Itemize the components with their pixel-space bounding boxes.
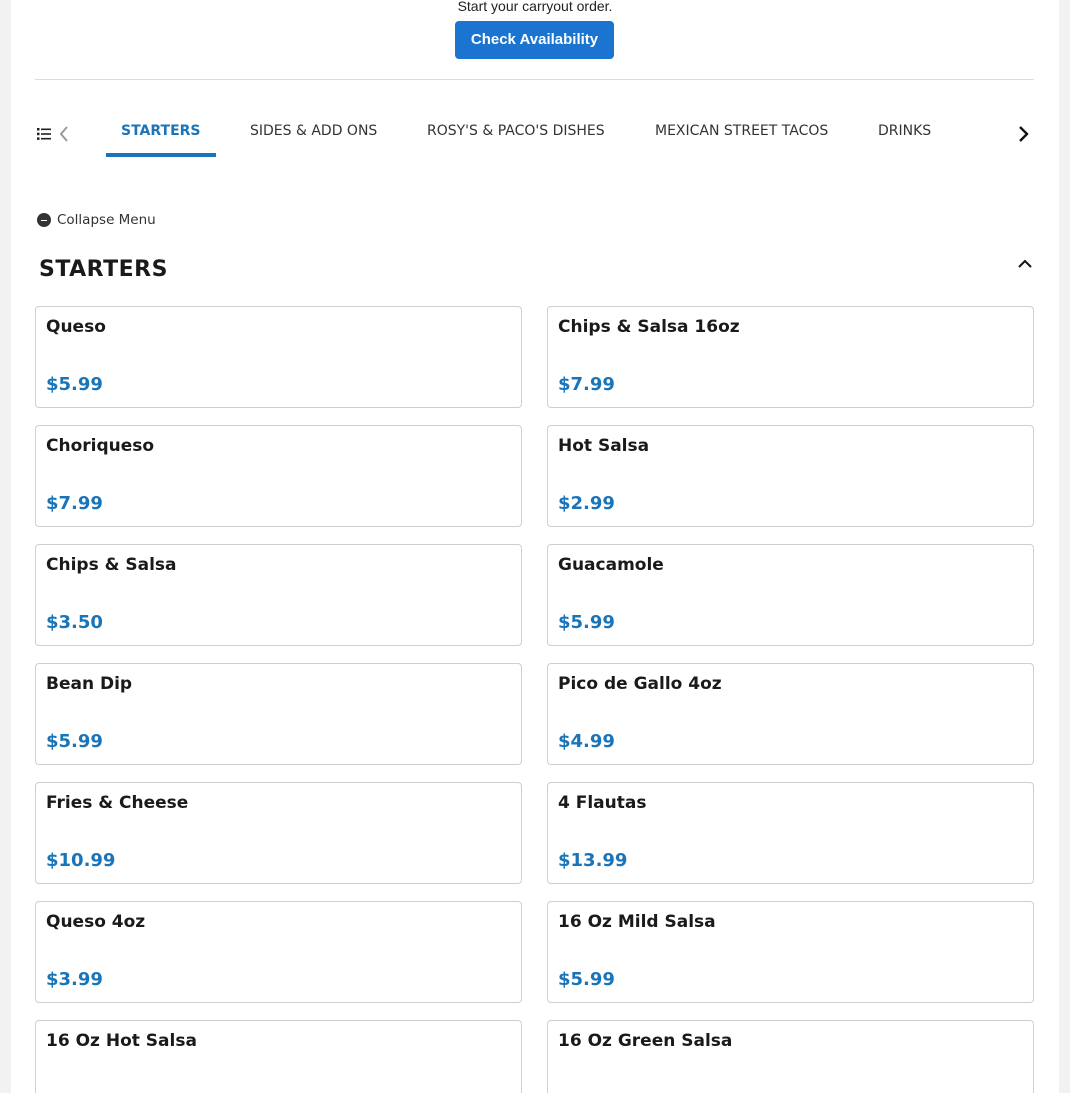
item-price: $13.99	[558, 850, 628, 871]
tab-drinks[interactable]: DRINKS	[878, 123, 931, 139]
item-price: $5.99	[46, 374, 103, 395]
chevron-left-icon[interactable]	[58, 125, 70, 143]
item-name: Pico de Gallo 4oz	[558, 674, 722, 694]
item-price: $7.99	[46, 493, 103, 514]
item-name: Fries & Cheese	[46, 793, 189, 813]
item-name: Guacamole	[558, 555, 664, 575]
menu-item-card[interactable]: 4 Flautas $13.99	[547, 782, 1034, 884]
item-price: $2.99	[558, 493, 615, 514]
chevron-up-icon[interactable]	[1017, 257, 1033, 271]
item-name: Queso 4oz	[46, 912, 146, 932]
menu-item-card[interactable]: Bean Dip $5.99	[35, 663, 522, 765]
menu-item-card[interactable]: 16 Oz Mild Salsa $5.99	[547, 901, 1034, 1003]
item-name: Choriqueso	[46, 436, 155, 456]
tab-rosys-pacos-dishes[interactable]: ROSY'S & PACO'S DISHES	[427, 123, 605, 139]
tab-sides-add-ons[interactable]: SIDES & ADD ONS	[250, 123, 377, 139]
category-nav: STARTERS SIDES & ADD ONS ROSY'S & PACO'S…	[11, 110, 1059, 160]
item-price: $5.99	[558, 612, 615, 633]
menu-item-card[interactable]: Choriqueso $7.99	[35, 425, 522, 527]
item-price: $10.99	[46, 850, 116, 871]
collapse-menu-label: Collapse Menu	[57, 212, 156, 228]
menu-item-card[interactable]: Guacamole $5.99	[547, 544, 1034, 646]
menu-item-card[interactable]: Chips & Salsa 16oz $7.99	[547, 306, 1034, 408]
item-price: $5.99	[46, 731, 103, 752]
menu-page: Start your carryout order. Check Availab…	[11, 0, 1059, 1093]
menu-items-grid: Queso $5.99 Chips & Salsa 16oz $7.99 Cho…	[35, 306, 1034, 1093]
minus-circle-icon	[37, 213, 51, 227]
check-availability-button[interactable]: Check Availability	[455, 21, 614, 59]
tab-mexican-street-tacos[interactable]: MEXICAN STREET TACOS	[655, 123, 828, 139]
menu-item-card[interactable]: Hot Salsa $2.99	[547, 425, 1034, 527]
item-name: Chips & Salsa	[46, 555, 177, 575]
item-name: 4 Flautas	[558, 793, 647, 813]
menu-item-card[interactable]: Queso 4oz $3.99	[35, 901, 522, 1003]
item-price: $7.99	[558, 374, 615, 395]
item-name: 16 Oz Hot Salsa	[46, 1031, 197, 1051]
list-icon[interactable]	[37, 127, 53, 141]
active-tab-indicator	[106, 153, 216, 157]
item-name: Bean Dip	[46, 674, 133, 694]
carryout-message: Start your carryout order.	[457, 0, 613, 14]
item-name: Queso	[46, 317, 106, 337]
menu-item-card[interactable]: Fries & Cheese $10.99	[35, 782, 522, 884]
menu-item-card[interactable]: 16 Oz Hot Salsa	[35, 1020, 522, 1093]
item-name: 16 Oz Mild Salsa	[558, 912, 716, 932]
chevron-right-icon[interactable]	[1016, 124, 1030, 144]
menu-item-card[interactable]: 16 Oz Green Salsa	[547, 1020, 1034, 1093]
item-price: $3.99	[46, 969, 103, 990]
menu-item-card[interactable]: Pico de Gallo 4oz $4.99	[547, 663, 1034, 765]
item-name: 16 Oz Green Salsa	[558, 1031, 733, 1051]
item-price: $4.99	[558, 731, 615, 752]
menu-item-card[interactable]: Queso $5.99	[35, 306, 522, 408]
item-name: Chips & Salsa 16oz	[558, 317, 740, 337]
divider	[35, 79, 1034, 80]
menu-item-card[interactable]: Chips & Salsa $3.50	[35, 544, 522, 646]
section-title: STARTERS	[39, 257, 168, 282]
item-price: $3.50	[46, 612, 103, 633]
tab-starters[interactable]: STARTERS	[121, 123, 201, 139]
item-name: Hot Salsa	[558, 436, 650, 456]
item-price: $5.99	[558, 969, 615, 990]
